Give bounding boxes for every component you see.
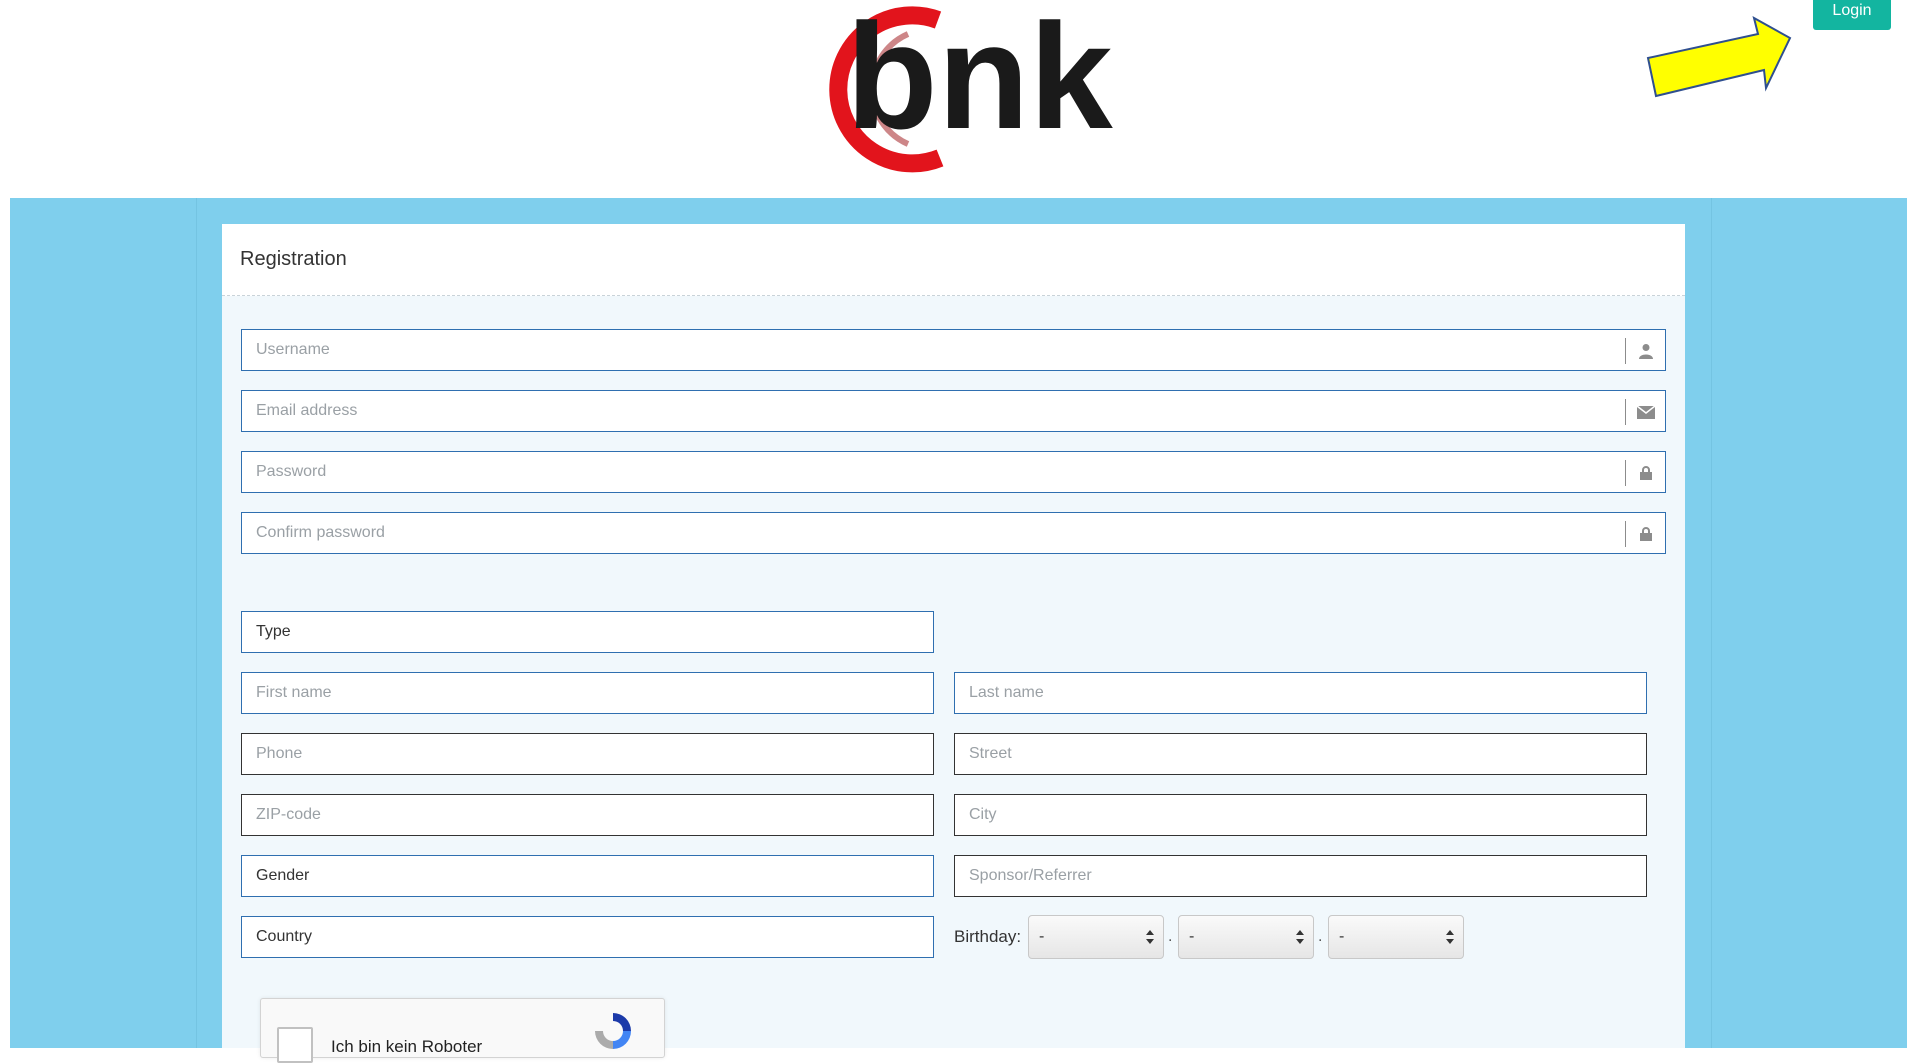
password-field[interactable]	[241, 451, 1666, 493]
confirm-password-input[interactable]	[242, 513, 1665, 553]
birthday-year-value: -	[1339, 928, 1345, 945]
email-field[interactable]	[241, 390, 1666, 432]
page-title: Registration	[240, 248, 347, 270]
birthday-day-select[interactable]: -	[1028, 915, 1164, 959]
birthday-month-select[interactable]: -	[1178, 915, 1314, 959]
username-input[interactable]	[242, 330, 1665, 370]
city-input[interactable]	[955, 795, 1646, 835]
site-header: bnk Login	[0, 0, 1907, 198]
updown-icon	[1296, 930, 1304, 944]
envelope-icon	[1625, 399, 1665, 425]
lock-icon	[1625, 521, 1665, 547]
last-name-field[interactable]	[954, 672, 1647, 714]
first-name-input[interactable]	[242, 673, 933, 713]
city-field[interactable]	[954, 794, 1647, 836]
recaptcha-logo-icon	[595, 1013, 631, 1049]
password-input[interactable]	[242, 452, 1665, 492]
birthday-month-value: -	[1189, 928, 1195, 945]
recaptcha-checkbox[interactable]	[277, 1027, 313, 1063]
username-field[interactable]	[241, 329, 1666, 371]
registration-card: Registration Type	[222, 224, 1685, 1048]
sponsor-field[interactable]	[954, 855, 1647, 897]
birthday-separator: .	[1318, 928, 1323, 945]
birthday-day-value: -	[1039, 928, 1045, 945]
updown-icon	[1446, 930, 1454, 944]
card-header: Registration	[222, 224, 1685, 296]
recaptcha-label: Ich bin kein Roboter	[331, 1037, 483, 1056]
phone-field[interactable]	[241, 733, 934, 775]
zip-field[interactable]	[241, 794, 934, 836]
updown-icon	[1146, 930, 1154, 944]
phone-input[interactable]	[242, 734, 933, 774]
lock-icon	[1625, 460, 1665, 486]
user-icon	[1625, 338, 1665, 364]
login-button[interactable]: Login	[1813, 0, 1891, 30]
country-select[interactable]: Country	[241, 916, 934, 958]
recaptcha-widget: Ich bin kein Roboter	[260, 998, 665, 1063]
arrow-annotation	[1646, 16, 1792, 98]
first-name-field[interactable]	[241, 672, 934, 714]
last-name-input[interactable]	[955, 673, 1646, 713]
birthday-label: Birthday:	[954, 927, 1022, 946]
logo-text: bnk	[846, 4, 1113, 160]
sponsor-input[interactable]	[955, 856, 1646, 896]
birthday-separator: .	[1168, 928, 1173, 945]
type-select[interactable]: Type	[241, 611, 934, 653]
birthday-year-select[interactable]: -	[1328, 915, 1464, 959]
street-input[interactable]	[955, 734, 1646, 774]
bnk-logo[interactable]: bnk	[790, 4, 1120, 174]
gender-select[interactable]: Gender	[241, 855, 934, 897]
email-input[interactable]	[242, 391, 1665, 431]
street-field[interactable]	[954, 733, 1647, 775]
zip-input[interactable]	[242, 795, 933, 835]
confirm-password-field[interactable]	[241, 512, 1666, 554]
